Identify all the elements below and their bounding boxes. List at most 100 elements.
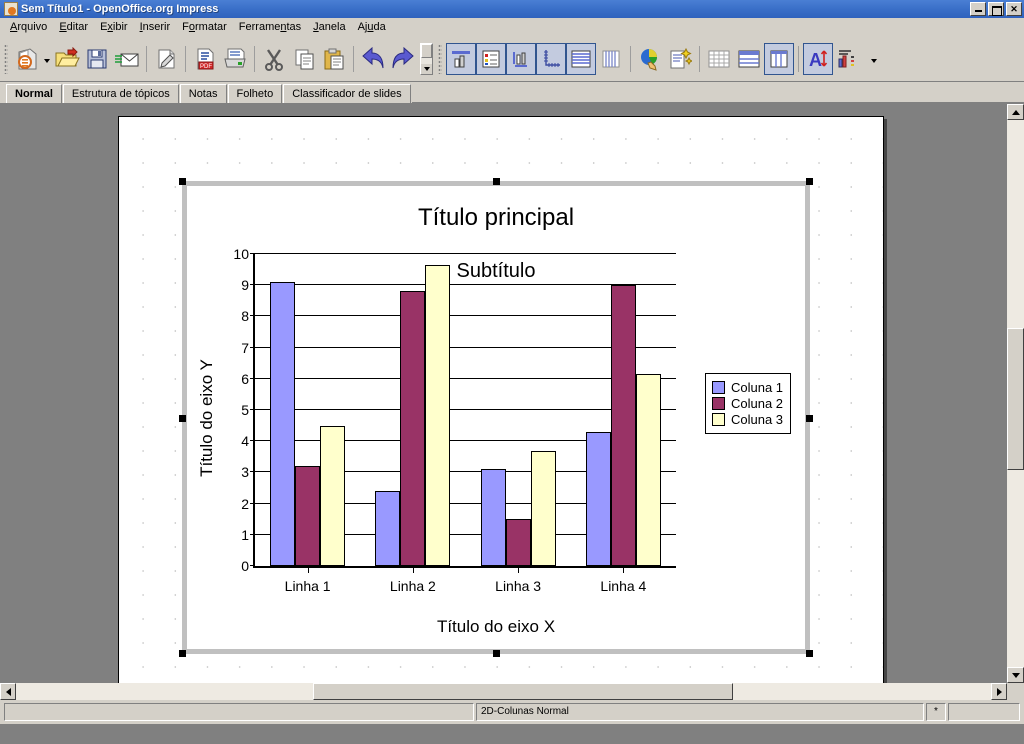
tab-notas[interactable]: Notas [179, 84, 227, 103]
bar-2-3[interactable] [505, 519, 531, 566]
bar-1-1[interactable] [270, 282, 296, 566]
chart-statistics-button[interactable] [833, 43, 863, 75]
legend-label: Coluna 2 [731, 396, 784, 411]
x-tick-mark [623, 566, 625, 573]
new-document-button[interactable] [12, 43, 42, 75]
plot-area[interactable]: 0 1 2 3 4 5 6 7 8 9 10 Linha 1 Linha 2 Linha 3 Linha … [233, 246, 676, 594]
legend-label: Coluna 1 [731, 380, 784, 395]
slide-page[interactable]: Título principal Subtítulo Título do eix… [118, 116, 884, 683]
scroll-up-button[interactable] [1007, 104, 1024, 120]
maximize-button[interactable] [988, 2, 1004, 16]
toolbar-overflow-down-arrow[interactable] [421, 64, 432, 74]
status-object-info: 2D-Colunas Normal [476, 702, 924, 721]
insert-chart-button[interactable] [635, 43, 665, 75]
bar-1-2[interactable] [375, 491, 401, 566]
toolbar-overflow-scroll[interactable] [420, 43, 433, 75]
autoformat-button[interactable] [665, 43, 695, 75]
chart-toolbar-grip[interactable] [438, 44, 442, 74]
paste-button[interactable] [319, 43, 349, 75]
handle-bottom-left[interactable] [179, 650, 186, 657]
handle-bottom-right[interactable] [806, 650, 813, 657]
handle-middle-right[interactable] [806, 414, 813, 422]
open-button[interactable] [52, 43, 82, 75]
horizontal-scrollbar[interactable] [0, 683, 1007, 700]
undo-icon [362, 47, 384, 69]
handle-bottom-center[interactable] [493, 650, 500, 657]
scroll-right-button[interactable] [991, 683, 1007, 700]
bar-3-2[interactable] [425, 264, 451, 566]
legend-button[interactable] [734, 43, 764, 75]
chart-data-table-button[interactable] [476, 43, 506, 75]
redo-icon [392, 47, 414, 69]
save-button[interactable] [82, 43, 112, 75]
bar-2-2[interactable] [400, 291, 426, 566]
horizontal-scroll-track[interactable] [16, 683, 991, 700]
handle-top-right[interactable] [806, 178, 813, 185]
chart-type-button[interactable] [446, 43, 476, 75]
menu-janela[interactable]: Janela [307, 19, 351, 35]
menu-exibir[interactable]: Exibir [94, 19, 134, 35]
legend-entry[interactable]: Coluna 2 [712, 396, 783, 411]
vertical-scroll-thumb[interactable] [1007, 327, 1024, 471]
close-button[interactable]: ✕ [1006, 2, 1022, 16]
redo-button[interactable] [388, 43, 418, 75]
x-axis-title[interactable]: Título do eixo X [187, 617, 805, 637]
menu-editar[interactable]: Editar [53, 19, 94, 35]
chart-toolbar-overflow[interactable] [869, 43, 879, 75]
handle-top-left[interactable] [179, 178, 186, 185]
menu-formatar[interactable]: Formatar [176, 19, 233, 35]
toolbar-grip[interactable] [4, 44, 8, 74]
legend-entry[interactable]: Coluna 3 [712, 412, 783, 427]
chart-axes-button[interactable] [536, 43, 566, 75]
chart-legend[interactable]: Coluna 1 Coluna 2 Coluna 3 [705, 373, 792, 434]
vertical-grids-button[interactable] [596, 43, 626, 75]
y-axis-title[interactable]: Título do eixo Y [195, 186, 219, 649]
chart-statistics-icon [838, 50, 854, 68]
status-left-field [4, 702, 474, 721]
bar-3-3[interactable] [530, 450, 556, 566]
print-button[interactable] [220, 43, 250, 75]
bar-2-1[interactable] [295, 466, 321, 566]
new-document-dropdown[interactable] [42, 43, 52, 75]
copy-button[interactable] [289, 43, 319, 75]
scale-text-button[interactable]: A [803, 43, 833, 75]
tab-folheto[interactable]: Folheto [227, 84, 283, 103]
menu-inserir[interactable]: Inserir [134, 19, 177, 35]
menu-ajuda[interactable]: Ajuda [352, 19, 392, 35]
bar-3-1[interactable] [320, 425, 346, 566]
chart-main-title[interactable]: Título principal [187, 204, 805, 232]
slide-canvas[interactable]: Título principal Subtítulo Título do eix… [0, 104, 1007, 683]
minimize-button[interactable] [970, 2, 986, 16]
handle-middle-left[interactable] [179, 414, 186, 422]
workspace: Título principal Subtítulo Título do eix… [0, 104, 1024, 700]
cut-button[interactable] [259, 43, 289, 75]
edit-file-button[interactable] [151, 43, 181, 75]
data-in-columns-button[interactable] [764, 43, 794, 75]
toolbar-overflow-thumb[interactable] [421, 44, 432, 58]
menu-arquivo[interactable]: Arquivo [4, 19, 53, 35]
scroll-down-button[interactable] [1007, 667, 1024, 683]
chart-ole-object[interactable]: Título principal Subtítulo Título do eix… [179, 178, 813, 657]
table-button[interactable] [704, 43, 734, 75]
legend-entry[interactable]: Coluna 1 [712, 380, 783, 395]
y-tick-label: 10 [233, 246, 249, 262]
tab-normal[interactable]: Normal [6, 84, 62, 103]
bar-3-4[interactable] [635, 374, 661, 566]
handle-top-center[interactable] [493, 178, 500, 185]
export-pdf-button[interactable]: PDF [190, 43, 220, 75]
tab-classificador-de-slides[interactable]: Classificador de slides [283, 84, 411, 103]
email-document-button[interactable] [112, 43, 142, 75]
menu-ferramentas[interactable]: Ferramentas [233, 19, 307, 35]
vertical-scrollbar[interactable] [1007, 104, 1024, 683]
horizontal-scroll-thumb[interactable] [313, 683, 733, 700]
horizontal-grids-button[interactable] [566, 43, 596, 75]
chart-titles-button[interactable] [506, 43, 536, 75]
standard-toolbar: PDF A [0, 37, 1024, 82]
bar-1-3[interactable] [480, 469, 506, 566]
bar-1-4[interactable] [585, 431, 611, 566]
tab-estrutura-de-topicos[interactable]: Estrutura de tópicos [62, 84, 179, 103]
scroll-left-button[interactable] [0, 683, 16, 700]
vertical-scroll-track[interactable] [1007, 120, 1024, 667]
undo-button[interactable] [358, 43, 388, 75]
bar-2-4[interactable] [610, 285, 636, 566]
